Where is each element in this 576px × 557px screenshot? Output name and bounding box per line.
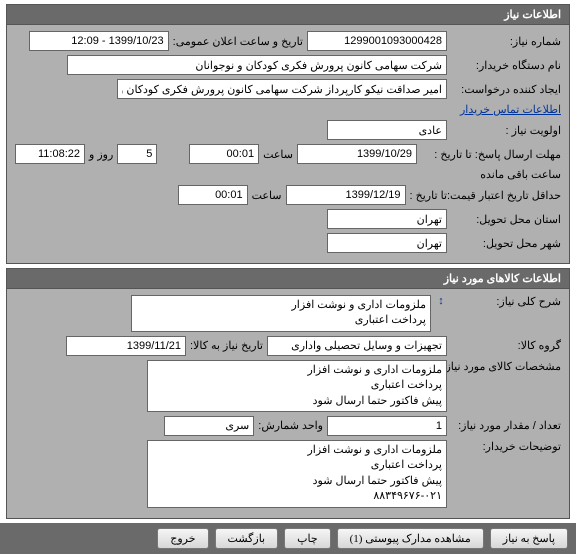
- field-qty[interactable]: [327, 416, 447, 436]
- label-buyer-notes: توضیحات خریدار:: [451, 440, 561, 453]
- label-announce-datetime: تاریخ و ساعت اعلان عمومی:: [173, 35, 303, 48]
- need-info-body: شماره نیاز: تاریخ و ساعت اعلان عمومی: نا…: [7, 25, 569, 263]
- field-goods-spec[interactable]: [147, 360, 447, 412]
- label-priority: اولویت نیاز :: [451, 124, 561, 137]
- label-buyer-org: نام دستگاه خریدار:: [451, 59, 561, 72]
- field-remaining-time[interactable]: [15, 144, 85, 164]
- label-until-date: تا تاریخ :: [410, 189, 447, 202]
- expand-icon[interactable]: ↕: [435, 295, 447, 307]
- field-request-creator[interactable]: [117, 79, 447, 99]
- field-remaining-days[interactable]: [117, 144, 157, 164]
- field-announce-datetime[interactable]: [29, 31, 169, 51]
- field-goods-group[interactable]: [267, 336, 447, 356]
- label-need-by-date: تاریخ نیاز به کالا:: [190, 339, 263, 352]
- label-need-number: شماره نیاز:: [451, 35, 561, 48]
- label-request-creator: ایجاد کننده درخواست:: [451, 83, 561, 96]
- field-reply-deadline-time[interactable]: [189, 144, 259, 164]
- label-goods-group: گروه کالا:: [451, 339, 561, 352]
- field-credit-until-date[interactable]: [286, 185, 406, 205]
- field-general-desc[interactable]: [131, 295, 431, 332]
- back-button[interactable]: بازگشت: [215, 528, 279, 549]
- field-buyer-notes[interactable]: [147, 440, 447, 508]
- label-day-and: روز و: [89, 148, 113, 161]
- goods-info-body: شرح کلی نیاز: ↕ گروه کالا: تاریخ نیاز به…: [7, 289, 569, 518]
- goods-info-box: اطلاعات کالاهای مورد نیاز شرح کلی نیاز: …: [6, 268, 570, 519]
- need-info-box: اطلاعات نیاز شماره نیاز: تاریخ و ساعت اع…: [6, 4, 570, 264]
- label-goods-spec: مشخصات کالای مورد نیاز:: [451, 360, 561, 373]
- goods-info-title: اطلاعات کالاهای مورد نیاز: [7, 269, 569, 289]
- label-province: استان محل تحویل:: [451, 213, 561, 226]
- field-credit-until-time[interactable]: [178, 185, 248, 205]
- field-need-number[interactable]: [307, 31, 447, 51]
- need-info-title: اطلاعات نیاز: [7, 5, 569, 25]
- label-remaining: ساعت باقی مانده: [480, 168, 561, 181]
- field-priority[interactable]: [327, 120, 447, 140]
- attachments-button[interactable]: مشاهده مدارک پیوستی (1): [337, 528, 484, 549]
- label-unit: واحد شمارش:: [258, 419, 323, 432]
- field-need-by-date[interactable]: [66, 336, 186, 356]
- label-reply-deadline: مهلت ارسال پاسخ: تا تاریخ :: [421, 148, 561, 161]
- label-time-1: ساعت: [263, 148, 293, 161]
- label-general-desc: شرح کلی نیاز:: [451, 295, 561, 308]
- exit-button[interactable]: خروج: [157, 528, 208, 549]
- link-buyer-contact[interactable]: اطلاعات تماس خریدار: [460, 103, 561, 116]
- label-qty: تعداد / مقدار مورد نیاز:: [451, 419, 561, 432]
- field-province[interactable]: [327, 209, 447, 229]
- field-reply-deadline-date[interactable]: [297, 144, 417, 164]
- button-bar: پاسخ به نیاز مشاهده مدارک پیوستی (1) چاپ…: [0, 523, 576, 554]
- field-city[interactable]: [327, 233, 447, 253]
- label-city: شهر محل تحویل:: [451, 237, 561, 250]
- field-unit[interactable]: [164, 416, 254, 436]
- respond-button[interactable]: پاسخ به نیاز: [490, 528, 568, 549]
- label-time-2: ساعت: [252, 189, 282, 202]
- field-buyer-org[interactable]: [67, 55, 447, 75]
- print-button[interactable]: چاپ: [284, 528, 331, 549]
- label-min-credit: حداقل تاریخ اعتبار قیمت:: [451, 189, 561, 202]
